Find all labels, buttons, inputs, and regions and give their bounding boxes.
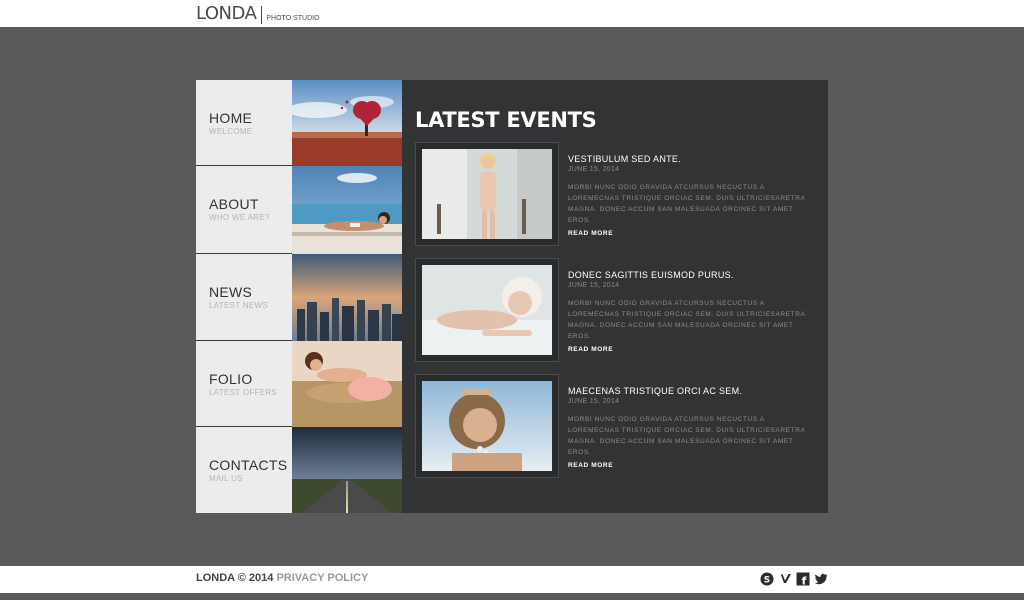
nav-item-sublabel: MAIL US [209, 474, 243, 483]
event-image-frame[interactable] [415, 374, 559, 478]
bottom-strip [0, 593, 1024, 600]
footer-text: LONDA © 2014 PRIVACY POLICY [196, 572, 368, 584]
event-photo [422, 381, 552, 471]
event-title[interactable]: DONEC SAGITTIS EUISMOD PURUS. [568, 270, 734, 280]
event-card: MAECENAS TRISTIQUE ORCI AC SEM. JUNE 15,… [415, 374, 828, 478]
event-image-frame[interactable] [415, 142, 559, 246]
nav-item-label: HOME [209, 110, 253, 126]
nav-thumb-city[interactable] [292, 254, 402, 341]
nav-item-home[interactable]: HOME WELCOME [196, 80, 292, 166]
facebook-icon[interactable]: f [796, 572, 810, 586]
event-title[interactable]: MAECENAS TRISTIQUE ORCI AC SEM. [568, 386, 742, 396]
logo-divider [261, 6, 263, 24]
read-more-link[interactable]: READ MORE [568, 230, 613, 237]
event-title[interactable]: VESTIBULUM SED ANTE. [568, 154, 681, 164]
event-photo [422, 265, 552, 355]
event-date: JUNE 15, 2014 [568, 166, 620, 173]
footer: LONDA © 2014 PRIVACY POLICY S f [0, 566, 1024, 593]
event-text: MORBI NUNC ODIO GRAVIDA ATCURSUS NECUCTU… [568, 416, 806, 456]
nav-thumb-hay[interactable] [292, 341, 402, 427]
nav-item-label: FOLIO [209, 371, 253, 387]
social-links: S f [760, 572, 828, 586]
logo-name: LONDA [196, 3, 257, 24]
main-nav: HOME WELCOME ABOUT WHO WE ARE? NEWS LATE… [196, 80, 292, 513]
nav-item-about[interactable]: ABOUT WHO WE ARE? [196, 166, 292, 254]
nav-item-label: CONTACTS [209, 457, 288, 473]
event-card: VESTIBULUM SED ANTE. JUNE 15, 2014 MORBI… [415, 142, 828, 246]
event-text: MORBI NUNC ODIO GRAVIDA ATCURSUS NECUCTU… [568, 184, 806, 224]
top-header: LONDA PHOTO STUDIO [0, 0, 1024, 27]
vimeo-icon[interactable] [778, 572, 792, 586]
read-more-link[interactable]: READ MORE [568, 462, 613, 469]
nav-item-sublabel: LATEST OFFERS [209, 388, 278, 397]
nav-item-contacts[interactable]: CONTACTS MAIL US [196, 427, 292, 513]
event-text: MORBI NUNC ODIO GRAVIDA ATCURSUS NECUCTU… [568, 300, 806, 340]
main-panel: HOME WELCOME ABOUT WHO WE ARE? NEWS LATE… [196, 80, 828, 513]
copyright: LONDA © 2014 [196, 572, 274, 584]
nav-item-label: NEWS [209, 284, 253, 300]
nav-item-sublabel: WELCOME [209, 127, 253, 136]
nav-item-label: ABOUT [209, 196, 259, 212]
nav-item-sublabel: LATEST NEWS [209, 301, 269, 310]
event-date: JUNE 15, 2014 [568, 282, 620, 289]
nav-thumb-road[interactable] [292, 427, 402, 513]
logo-tagline: PHOTO STUDIO [266, 15, 320, 22]
nav-item-folio[interactable]: FOLIO LATEST OFFERS [196, 341, 292, 427]
nav-thumb-tree[interactable] [292, 80, 402, 166]
svg-text:S: S [764, 576, 770, 586]
nav-item-news[interactable]: NEWS LATEST NEWS [196, 254, 292, 341]
privacy-policy-link[interactable]: PRIVACY POLICY [276, 572, 368, 584]
skype-icon[interactable]: S [760, 572, 774, 586]
section-heading: LATEST EVENTS [415, 108, 597, 132]
event-image-frame[interactable] [415, 258, 559, 362]
svg-text:f: f [802, 575, 807, 587]
event-photo [422, 149, 552, 239]
nav-thumb-beach[interactable] [292, 166, 402, 254]
nav-item-sublabel: WHO WE ARE? [209, 213, 270, 222]
logo[interactable]: LONDA PHOTO STUDIO [196, 4, 320, 24]
twitter-icon[interactable] [814, 572, 828, 586]
nav-thumbnails [292, 80, 402, 513]
latest-events-section: LATEST EVENTS VESTIBULUM SED ANTE. JUNE … [415, 80, 828, 513]
read-more-link[interactable]: READ MORE [568, 346, 613, 353]
event-date: JUNE 15, 2014 [568, 398, 620, 405]
event-card: DONEC SAGITTIS EUISMOD PURUS. JUNE 15, 2… [415, 258, 828, 362]
